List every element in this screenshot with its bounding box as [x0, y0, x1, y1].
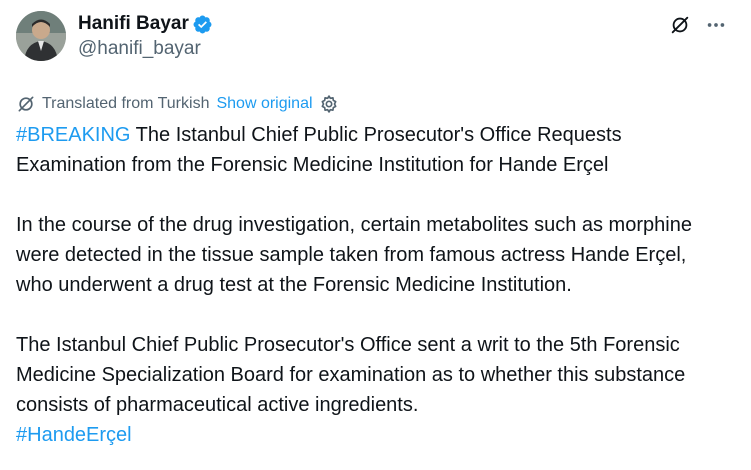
globe-slash-icon: [16, 94, 36, 114]
post-paragraph-3: The Istanbul Chief Public Prosecutor's O…: [16, 330, 726, 450]
grok-icon[interactable]: [669, 14, 691, 36]
verified-badge-icon[interactable]: [192, 14, 213, 35]
post-header: Hanifi Bayar @hanifi_bayar: [16, 10, 735, 70]
header-actions: [669, 14, 727, 36]
hashtag-breaking[interactable]: #BREAKING: [16, 124, 130, 146]
author-names: Hanifi Bayar @hanifi_bayar: [78, 12, 213, 60]
avatar[interactable]: [16, 11, 66, 61]
paragraph-3-text: The Istanbul Chief Public Prosecutor's O…: [16, 334, 686, 416]
more-dots-icon[interactable]: [705, 14, 727, 36]
person-avatar-icon: [16, 11, 66, 61]
post-paragraph-2: In the course of the drug investigation,…: [16, 214, 692, 296]
post-headline: #BREAKING The Istanbul Chief Public Pros…: [16, 120, 726, 180]
author-display-name[interactable]: Hanifi Bayar: [78, 13, 189, 35]
show-original-link[interactable]: Show original: [216, 95, 312, 113]
translation-row: Translated from Turkish Show original: [16, 92, 735, 116]
gear-icon[interactable]: [319, 94, 339, 114]
post-body: #BREAKING The Istanbul Chief Public Pros…: [16, 120, 726, 450]
translation-label: Translated from Turkish: [42, 95, 210, 112]
hashtag-hande-ercel[interactable]: #HandeErçel: [16, 424, 132, 446]
author-handle[interactable]: @hanifi_bayar: [78, 38, 213, 60]
name-row: Hanifi Bayar: [78, 12, 213, 36]
post: Hanifi Bayar @hanifi_bayar Translated fr…: [0, 0, 751, 470]
